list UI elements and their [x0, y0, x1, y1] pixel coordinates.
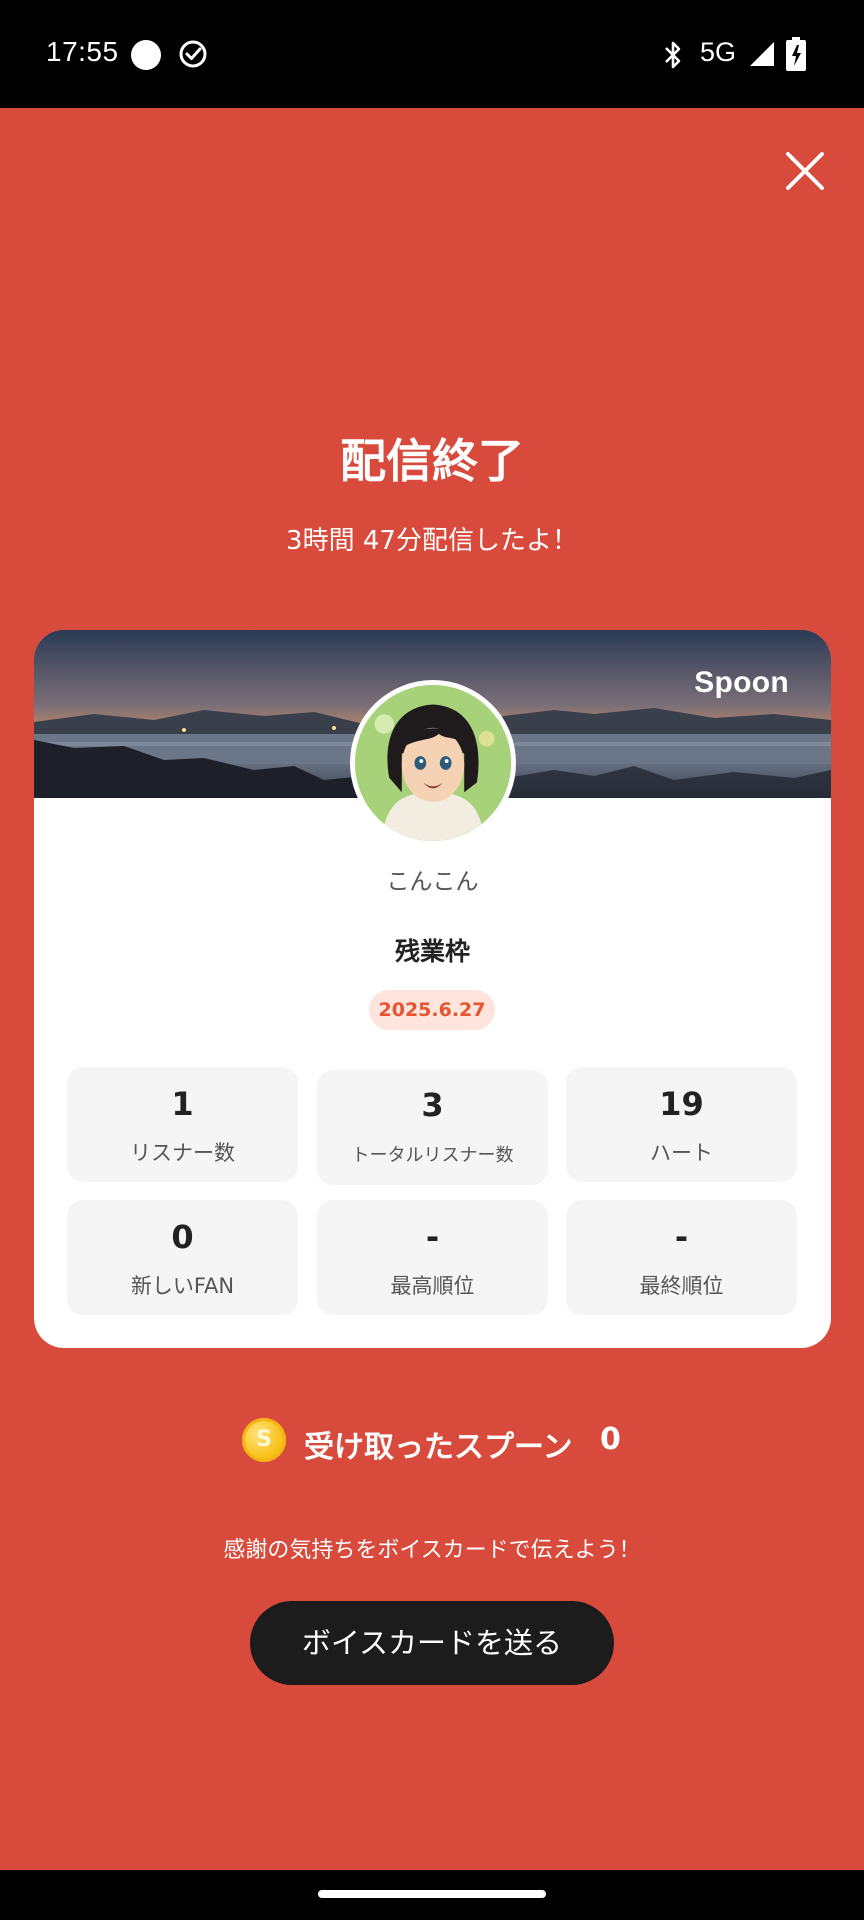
stat-value: 19 — [659, 1085, 704, 1123]
date-badge: 2025.6.27 — [369, 990, 495, 1030]
stat-total-listeners: 3 トータルリスナー数 — [317, 1070, 548, 1185]
status-bar: 17:55 5G — [0, 0, 864, 108]
battery-charging-icon — [786, 37, 806, 71]
stat-value: 0 — [171, 1218, 194, 1256]
stat-label: ハート — [650, 1141, 713, 1165]
close-icon[interactable] — [784, 150, 826, 192]
stat-value: - — [425, 1218, 440, 1256]
network-label: 5G — [700, 37, 737, 67]
thanks-message: 感謝の気持ちをボイスカードで伝えよう！ — [223, 1538, 641, 1563]
spoon-coin-icon: S — [242, 1418, 286, 1462]
received-spoons-label: 受け取ったスプーン — [304, 1430, 573, 1465]
stat-value: - — [674, 1218, 689, 1256]
check-circle-icon — [179, 40, 207, 68]
received-spoons: S 受け取ったスプーン 0 — [0, 1418, 864, 1468]
send-voice-card-button[interactable]: ボイスカードを送る — [250, 1601, 614, 1685]
stat-label: 最終順位 — [639, 1274, 724, 1298]
navigation-bar — [0, 1870, 864, 1920]
page-title: 配信終了 — [340, 434, 524, 488]
bluetooth-icon — [665, 41, 681, 69]
spoon-logo: Spoon — [694, 666, 789, 699]
stat-label: 新しいFAN — [130, 1274, 235, 1298]
circle-icon — [131, 40, 161, 70]
stat-highest-rank: - 最高順位 — [317, 1200, 548, 1315]
stat-listeners: 1 リスナー数 — [67, 1067, 298, 1182]
stat-value: 1 — [171, 1085, 194, 1123]
stat-value: 3 — [421, 1086, 444, 1124]
stat-label: 最高順位 — [390, 1274, 475, 1298]
home-gesture-handle[interactable] — [318, 1890, 546, 1898]
broadcast-summary-card: Spoon こんこん 残業枠 2025.6.27 1 リスナー数 3 トータルリ… — [34, 630, 831, 1348]
stat-new-fans: 0 新しいFAN — [67, 1200, 298, 1315]
username: こんこん — [386, 869, 479, 895]
room-title: 残業枠 — [394, 937, 470, 966]
broadcast-duration: 3時間 47分配信したよ！ — [286, 526, 578, 556]
signal-icon — [750, 42, 774, 66]
stat-label: リスナー数 — [130, 1141, 235, 1165]
profile-illustration — [355, 685, 511, 841]
avatar[interactable] — [350, 680, 516, 846]
stat-hearts: 19 ハート — [566, 1067, 797, 1182]
stat-label: トータルリスナー数 — [351, 1145, 514, 1166]
status-time: 17:55 — [46, 36, 119, 67]
stat-final-rank: - 最終順位 — [566, 1200, 797, 1315]
received-spoons-count: 0 — [600, 1422, 621, 1457]
